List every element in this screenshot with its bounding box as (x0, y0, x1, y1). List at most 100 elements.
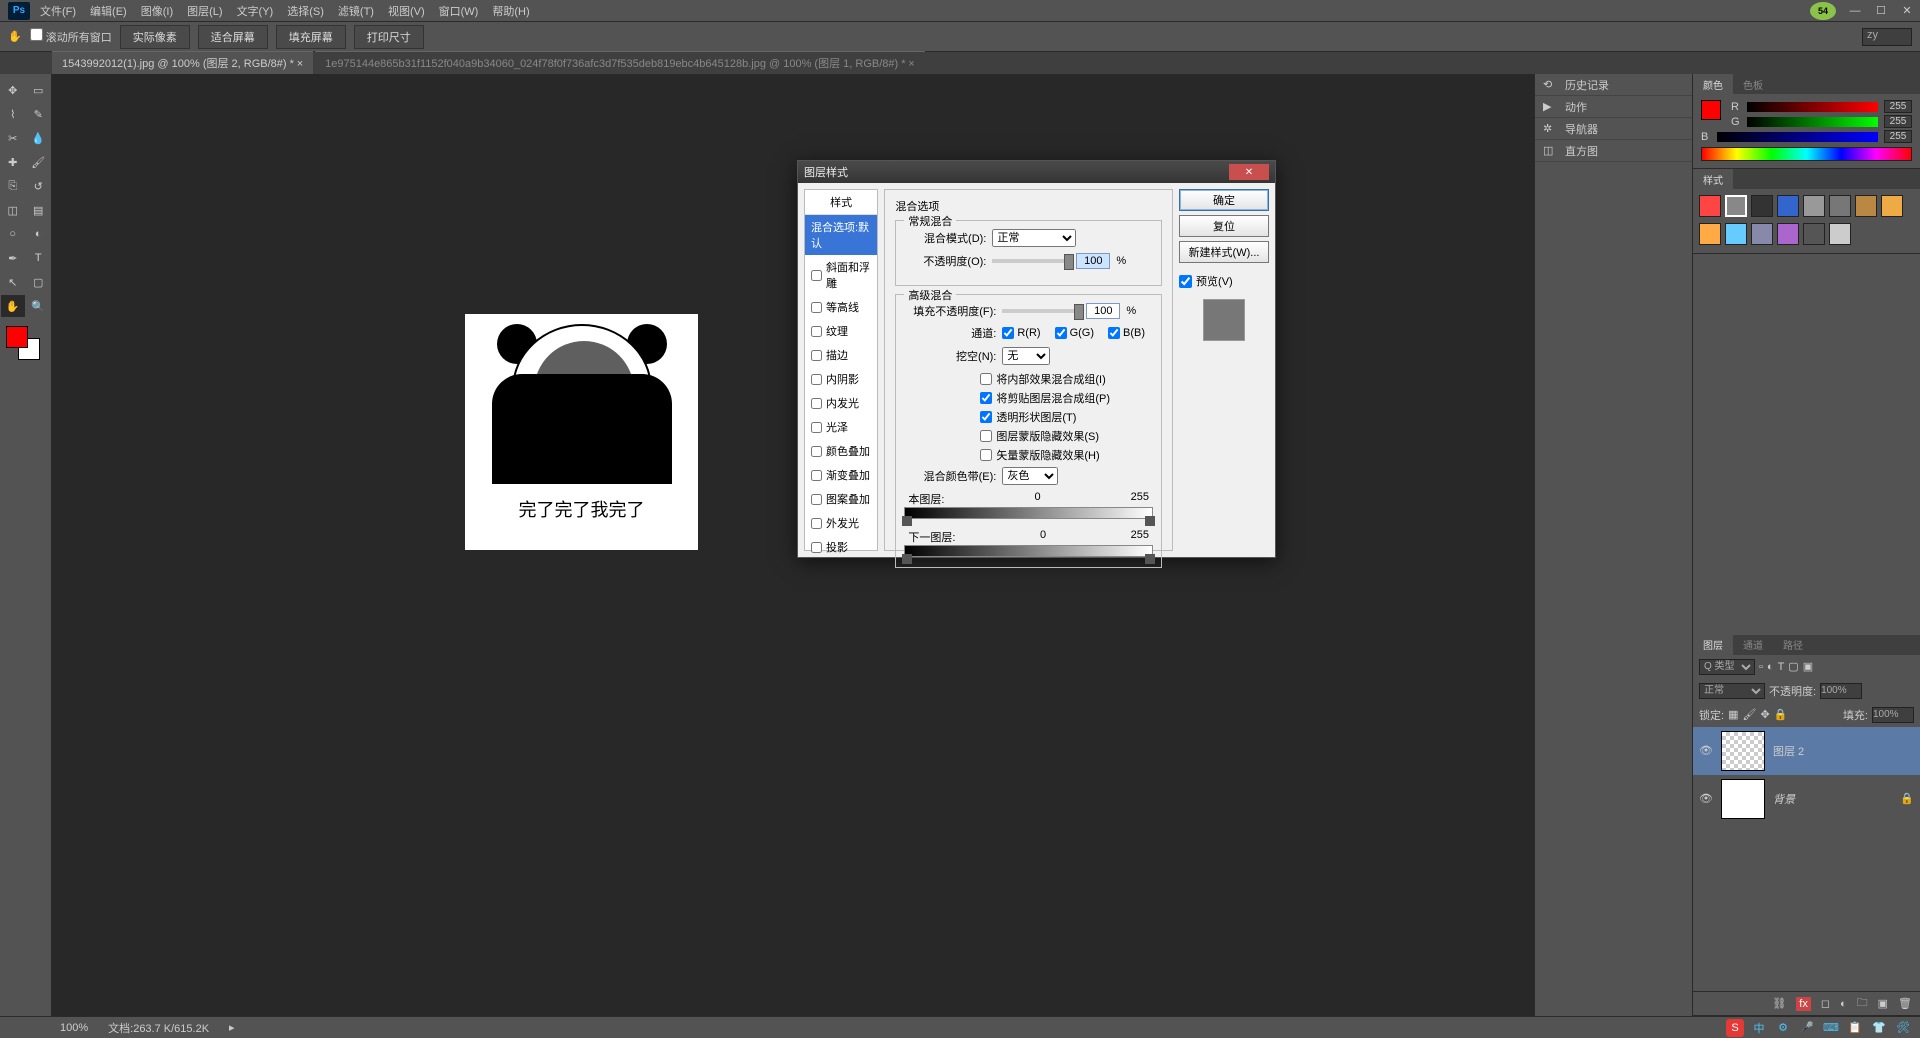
delete-layer-icon[interactable]: 🗑 (1898, 997, 1912, 1010)
style-preset[interactable] (1803, 223, 1825, 245)
layer-filter-select[interactable]: Q 类型 (1699, 659, 1755, 675)
blend-mode-select[interactable]: 正常 (1699, 683, 1765, 699)
foreground-color-swatch[interactable] (6, 326, 28, 348)
tray-icon[interactable]: ⚙ (1774, 1019, 1792, 1037)
document-tab-active[interactable]: 1543992012(1).jpg @ 100% (图层 2, RGB/8#) … (52, 51, 313, 74)
visibility-icon[interactable]: 👁 (1699, 792, 1713, 805)
r-slider[interactable] (1747, 102, 1878, 112)
menu-image[interactable]: 图像(I) (141, 3, 173, 19)
channels-tab[interactable]: 通道 (1733, 634, 1773, 655)
menu-window[interactable]: 窗口(W) (439, 3, 479, 19)
blend-interior-checkbox[interactable]: 将内部效果混合成组(I) (980, 371, 1153, 387)
doc-info-chevron-icon[interactable]: ▸ (229, 1021, 235, 1034)
opacity-input[interactable] (1076, 253, 1110, 269)
dialog-close-button[interactable]: ✕ (1229, 164, 1269, 180)
style-preset[interactable] (1699, 223, 1721, 245)
tray-icon[interactable]: 🛠 (1894, 1019, 1912, 1037)
style-preset[interactable] (1725, 223, 1747, 245)
histogram-panel-stub[interactable]: ◫直方图 (1535, 140, 1692, 162)
type-tool-icon[interactable]: T (27, 247, 51, 269)
g-slider[interactable] (1747, 117, 1878, 127)
color-ramp[interactable] (1701, 147, 1912, 161)
style-item-blending-options[interactable]: 混合选项:默认 (805, 215, 877, 255)
style-preset[interactable] (1881, 195, 1903, 217)
close-tab-icon[interactable]: × (297, 58, 303, 70)
layer-fx-icon[interactable]: fx (1796, 997, 1811, 1011)
layers-tab[interactable]: 图层 (1693, 634, 1733, 655)
style-item-contour[interactable]: 等高线 (805, 295, 877, 319)
canvas-area[interactable]: 完了完了我完了 (52, 74, 1534, 1016)
menu-filter[interactable]: 滤镜(T) (338, 3, 374, 19)
menu-help[interactable]: 帮助(H) (492, 3, 529, 19)
clone-stamp-tool-icon[interactable]: ⎘ (1, 175, 25, 197)
layer-thumbnail[interactable] (1721, 779, 1765, 819)
g-value[interactable] (1884, 115, 1912, 128)
layer-row[interactable]: 👁 背景 🔒 (1693, 775, 1920, 823)
style-preset[interactable] (1699, 195, 1721, 217)
lasso-tool-icon[interactable]: ⌇ (1, 103, 25, 125)
menu-edit[interactable]: 编辑(E) (90, 3, 127, 19)
user-badge[interactable]: 54 (1810, 2, 1836, 20)
layer-row[interactable]: 👁 图层 2 (1693, 727, 1920, 775)
style-preset[interactable] (1803, 195, 1825, 217)
style-item-pattern-overlay[interactable]: 图案叠加 (805, 487, 877, 511)
lock-position-icon[interactable]: ✥ (1760, 708, 1769, 721)
window-close-icon[interactable]: ✕ (1894, 2, 1920, 20)
style-preset[interactable] (1777, 195, 1799, 217)
style-preset[interactable] (1751, 223, 1773, 245)
color-swatches[interactable] (6, 326, 42, 362)
blend-clipped-checkbox[interactable]: 将剪贴图层混合成组(P) (980, 390, 1153, 406)
style-item-texture[interactable]: 纹理 (805, 319, 877, 343)
channel-r-checkbox[interactable]: R(R) (1002, 327, 1040, 339)
style-preset[interactable] (1725, 195, 1747, 217)
adjustment-layer-icon[interactable]: ◐ (1840, 998, 1847, 1010)
lock-pixels-icon[interactable]: 🖌 (1742, 708, 1756, 721)
eraser-tool-icon[interactable]: ◫ (1, 199, 25, 221)
dialog-titlebar[interactable]: 图层样式 ✕ (798, 161, 1275, 183)
blur-tool-icon[interactable]: ○ (1, 223, 25, 245)
style-item-bevel[interactable]: 斜面和浮雕 (805, 255, 877, 295)
styles-tab[interactable]: 样式 (1693, 169, 1733, 190)
tray-icon[interactable]: 👕 (1870, 1019, 1888, 1037)
style-preset[interactable] (1751, 195, 1773, 217)
rectangle-tool-icon[interactable]: ▢ (27, 271, 51, 293)
menu-type[interactable]: 文字(Y) (237, 3, 274, 19)
blend-if-select[interactable]: 灰色 (1002, 467, 1058, 485)
quick-select-tool-icon[interactable]: ✎ (27, 103, 51, 125)
knockout-select[interactable]: 无 (1002, 347, 1050, 365)
fit-screen-button[interactable]: 适合屏幕 (198, 25, 268, 49)
lock-all-icon[interactable]: 🔒 (1774, 708, 1788, 721)
window-maximize-icon[interactable]: ☐ (1868, 2, 1894, 20)
opacity-slider[interactable] (992, 259, 1070, 263)
style-item-stroke[interactable]: 描边 (805, 343, 877, 367)
cancel-button[interactable]: 复位 (1179, 215, 1269, 237)
menu-view[interactable]: 视图(V) (388, 3, 425, 19)
filter-type-icon[interactable]: T (1778, 661, 1785, 673)
pen-tool-icon[interactable]: ✒ (1, 247, 25, 269)
window-minimize-icon[interactable]: — (1842, 2, 1868, 20)
eyedropper-tool-icon[interactable]: 💧 (27, 127, 51, 149)
print-size-button[interactable]: 打印尺寸 (354, 25, 424, 49)
filter-image-icon[interactable]: ▫ (1759, 661, 1763, 673)
actions-panel-stub[interactable]: ▶动作 (1535, 96, 1692, 118)
layer-name[interactable]: 图层 2 (1773, 743, 1804, 759)
style-item-outer-glow[interactable]: 外发光 (805, 511, 877, 535)
r-value[interactable] (1884, 100, 1912, 113)
vector-mask-hides-checkbox[interactable]: 矢量蒙版隐藏效果(H) (980, 447, 1153, 463)
gradient-tool-icon[interactable]: ▤ (27, 199, 51, 221)
rect-marquee-tool-icon[interactable]: ▭ (27, 79, 51, 101)
layer-group-icon[interactable]: 🗀 (1857, 994, 1868, 1013)
link-layers-icon[interactable]: ⛓ (1772, 997, 1786, 1010)
underlying-gradient[interactable] (904, 545, 1153, 557)
hand-tool-icon[interactable]: ✋ (1, 295, 25, 317)
style-item-inner-glow[interactable]: 内发光 (805, 391, 877, 415)
preview-checkbox[interactable]: 预览(V) (1179, 273, 1269, 289)
style-preset[interactable] (1855, 195, 1877, 217)
history-brush-tool-icon[interactable]: ↺ (27, 175, 51, 197)
dodge-tool-icon[interactable]: ◐ (27, 223, 51, 245)
tray-icon[interactable]: 📋 (1846, 1019, 1864, 1037)
actual-pixels-button[interactable]: 实际像素 (120, 25, 190, 49)
style-item-drop-shadow[interactable]: 投影 (805, 535, 877, 559)
close-tab-icon[interactable]: × (908, 58, 914, 70)
blend-mode-select[interactable]: 正常 (992, 229, 1076, 247)
